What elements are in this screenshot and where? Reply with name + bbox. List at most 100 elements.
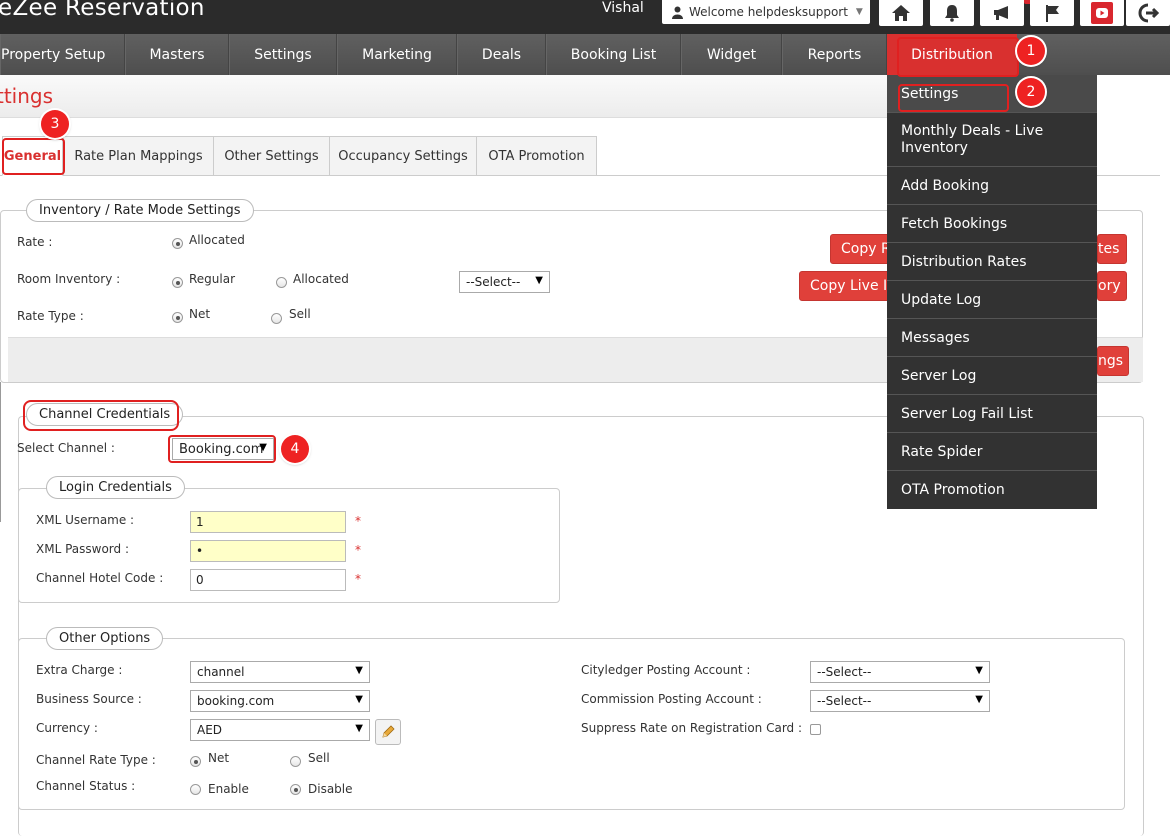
room-inventory-allocated-radio[interactable] <box>276 277 287 288</box>
highlight-distribution <box>897 37 1019 77</box>
announcements-button[interactable] <box>980 0 1024 26</box>
menu-item-fetch-bookings[interactable]: Fetch Bookings <box>887 205 1097 243</box>
edit-currency-button[interactable] <box>375 719 401 745</box>
channel-rate-type-sell-radio[interactable] <box>290 756 301 767</box>
tab-occupancy-settings[interactable]: Occupancy Settings <box>329 136 477 176</box>
notifications-button[interactable] <box>930 0 974 26</box>
tab-rate-plan-mappings[interactable]: Rate Plan Mappings <box>63 136 214 176</box>
channel-rate-type-net-radio[interactable] <box>190 756 201 767</box>
cityledger-posting-label: Cityledger Posting Account : <box>581 663 751 677</box>
user-name: Vishal <box>602 0 644 16</box>
nav-masters[interactable]: Masters <box>125 34 229 75</box>
flag-button[interactable] <box>1030 0 1074 26</box>
nav-settings[interactable]: Settings <box>229 34 337 75</box>
business-source-value: booking.com <box>197 694 275 708</box>
nav-deals[interactable]: Deals <box>457 34 546 75</box>
channel-status-enable-radio[interactable] <box>190 784 201 795</box>
room-inventory-regular-radio[interactable] <box>172 277 183 288</box>
login-credentials-legend: Login Credentials <box>46 476 185 499</box>
nav-marketing[interactable]: Marketing <box>337 34 457 75</box>
channel-hotel-code-label: Channel Hotel Code : <box>36 571 164 585</box>
nav-property-setup[interactable]: Property Setup <box>0 34 125 75</box>
room-inventory-select-value: --Select-- <box>466 275 521 289</box>
inventory-legend: Inventory / Rate Mode Settings <box>26 199 254 222</box>
channel-rate-type-label: Channel Rate Type : <box>36 753 156 767</box>
menu-item-monthly-deals[interactable]: Monthly Deals - Live Inventory <box>887 113 1097 167</box>
rate-allocated-radio[interactable] <box>172 238 183 249</box>
copy-live-inventory-button[interactable]: Copy Live I <box>799 271 890 301</box>
save-settings-button[interactable]: ngs <box>1097 346 1129 376</box>
menu-item-distribution-rates[interactable]: Distribution Rates <box>887 243 1097 281</box>
currency-value: AED <box>197 723 223 737</box>
commission-posting-select[interactable]: --Select-- ▼ <box>810 690 990 712</box>
chevron-down-icon: ▼ <box>535 275 543 286</box>
copy-rates-button-end[interactable]: tes <box>1097 234 1127 264</box>
step-badge-4: 4 <box>281 435 309 463</box>
channel-hotel-code-input[interactable]: 0 <box>190 569 346 591</box>
top-header-bar: eZee Reservation Vishal Welcome helpdesk… <box>0 0 1170 34</box>
menu-item-messages[interactable]: Messages <box>887 319 1097 357</box>
currency-select[interactable]: AED ▼ <box>190 719 370 741</box>
channel-status-enable-label: Enable <box>208 782 249 796</box>
pencil-icon <box>382 725 395 738</box>
nav-widget[interactable]: Widget <box>681 34 782 75</box>
extra-charge-label: Extra Charge : <box>36 663 123 677</box>
extra-charge-value: channel <box>197 665 245 679</box>
room-inventory-allocated-label: Allocated <box>293 272 349 286</box>
commission-posting-label: Commission Posting Account : <box>581 692 762 706</box>
welcome-text: Welcome helpdesksupport <box>689 5 848 19</box>
required-marker: * <box>355 514 361 528</box>
tab-ota-promotion[interactable]: OTA Promotion <box>476 136 597 176</box>
currency-label: Currency : <box>36 721 98 735</box>
xml-password-input[interactable]: • <box>190 540 346 562</box>
menu-item-add-booking[interactable]: Add Booking <box>887 167 1097 205</box>
home-icon <box>892 5 910 21</box>
copy-rates-button[interactable]: Copy R <box>830 234 890 264</box>
page-title-bar <box>0 75 887 118</box>
user-icon <box>672 6 683 19</box>
bell-icon <box>945 5 959 22</box>
page-title: ttings <box>0 84 54 108</box>
commission-posting-value: --Select-- <box>817 694 872 708</box>
menu-item-rate-spider[interactable]: Rate Spider <box>887 433 1097 471</box>
business-source-select[interactable]: booking.com ▼ <box>190 690 370 712</box>
copy-live-inventory-button-end[interactable]: ory <box>1097 271 1127 301</box>
xml-username-input[interactable]: 1 <box>190 511 346 533</box>
rate-type-net-label: Net <box>189 307 211 321</box>
highlight-general-tab <box>2 138 65 175</box>
highlight-settings <box>898 84 1009 112</box>
nav-booking-list[interactable]: Booking List <box>546 34 681 75</box>
flag-icon <box>1046 5 1059 22</box>
room-inventory-regular-label: Regular <box>189 272 236 286</box>
rate-type-net-radio[interactable] <box>172 312 183 323</box>
room-inventory-label: Room Inventory : <box>17 272 121 286</box>
step-badge-2: 2 <box>1017 78 1045 106</box>
page-left-border <box>0 382 1 522</box>
nav-reports[interactable]: Reports <box>782 34 887 75</box>
channel-status-disable-radio[interactable] <box>290 784 301 795</box>
logout-button[interactable] <box>1126 0 1170 26</box>
business-source-label: Business Source : <box>36 692 142 706</box>
menu-item-update-log[interactable]: Update Log <box>887 281 1097 319</box>
extra-charge-select[interactable]: channel ▼ <box>190 661 370 683</box>
home-button[interactable] <box>879 0 923 26</box>
xml-password-label: XML Password : <box>36 542 129 556</box>
menu-item-ota-promotion[interactable]: OTA Promotion <box>887 471 1097 509</box>
suppress-rate-checkbox[interactable] <box>810 724 821 735</box>
step-badge-3: 3 <box>41 110 69 138</box>
megaphone-icon <box>994 6 1008 20</box>
xml-username-label: XML Username : <box>36 513 135 527</box>
required-marker: * <box>355 572 361 586</box>
tab-other-settings[interactable]: Other Settings <box>213 136 330 176</box>
welcome-dropdown[interactable]: Welcome helpdesksupport ▼ <box>662 0 870 24</box>
room-inventory-select[interactable]: --Select-- ▼ <box>459 271 550 293</box>
channel-status-label: Channel Status : <box>36 779 136 793</box>
menu-item-server-log-fail-list[interactable]: Server Log Fail List <box>887 395 1097 433</box>
channel-status-disable-label: Disable <box>308 782 353 796</box>
youtube-button[interactable] <box>1080 0 1124 26</box>
chevron-down-icon: ▼ <box>975 694 983 705</box>
rate-type-sell-radio[interactable] <box>271 313 282 324</box>
highlight-channel-credentials <box>23 400 179 431</box>
cityledger-posting-select[interactable]: --Select-- ▼ <box>810 661 990 683</box>
menu-item-server-log[interactable]: Server Log <box>887 357 1097 395</box>
